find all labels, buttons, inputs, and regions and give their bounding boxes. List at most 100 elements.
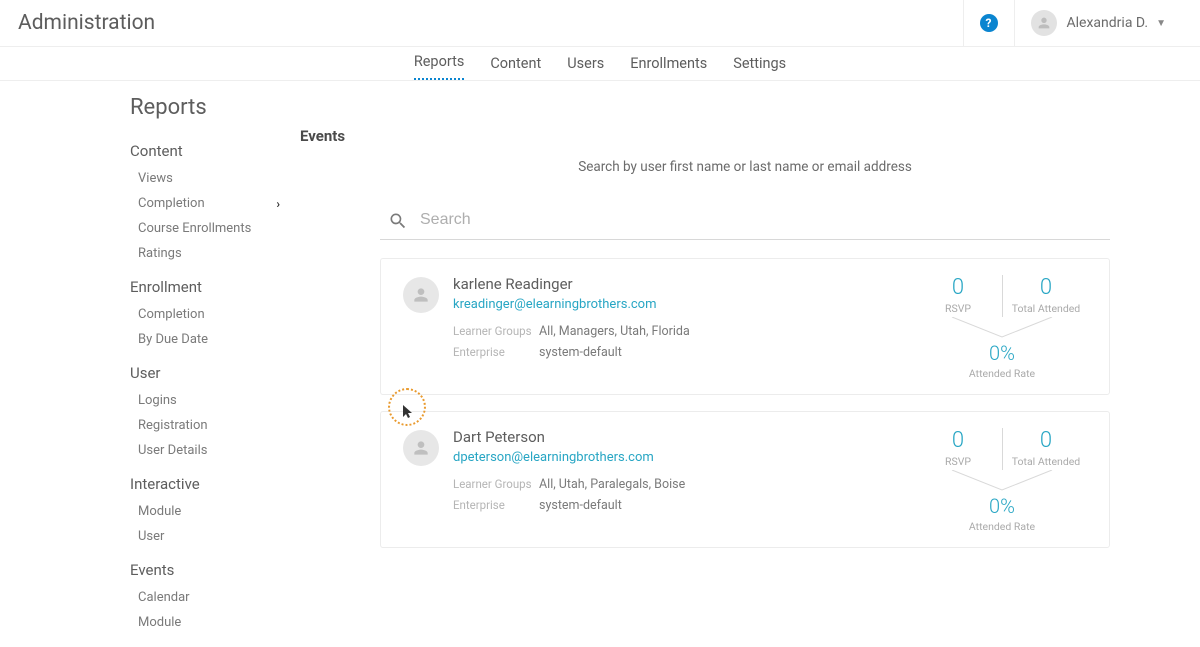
avatar-icon <box>1031 10 1057 36</box>
sidebar-group-events: Events Calendar Module <box>130 561 280 635</box>
person-email[interactable]: dpeterson@elearningbrothers.com <box>453 450 685 465</box>
stat-rsvp: 0 RSVP <box>923 275 993 317</box>
search-hint: Search by user first name or last name o… <box>300 159 1110 175</box>
help-button[interactable]: ? <box>963 0 1014 46</box>
avatar-icon <box>403 277 439 313</box>
sidebar: Reports Content Views Completion › Cours… <box>0 95 300 647</box>
sidebar-item-ratings[interactable]: Ratings <box>130 241 280 266</box>
card-info: karlene Readinger kreadinger@elearningbr… <box>453 275 690 380</box>
sidebar-group-enrollment: Enrollment Completion By Due Date <box>130 278 280 352</box>
sidebar-item-label: Course Enrollments <box>138 221 251 236</box>
stat-label: Total Attended <box>1011 455 1081 468</box>
sidebar-item-views[interactable]: Views <box>130 166 280 191</box>
sidebar-group-content: Content Views Completion › Course Enroll… <box>130 142 280 266</box>
sidebar-item-user-details[interactable]: User Details <box>130 438 280 463</box>
stat-value: 0% <box>917 494 1087 518</box>
tab-users[interactable]: Users <box>567 55 604 80</box>
stats-connector <box>917 317 1087 341</box>
meta-label-groups: Learner Groups <box>453 324 533 339</box>
person-name: Dart Peterson <box>453 428 685 446</box>
sidebar-title: Reports <box>130 95 280 120</box>
tab-content[interactable]: Content <box>490 55 541 80</box>
tab-enrollments[interactable]: Enrollments <box>630 55 707 80</box>
meta-label-groups: Learner Groups <box>453 477 533 492</box>
sidebar-item-label: Logins <box>138 393 177 408</box>
sidebar-item-label: Module <box>138 615 181 630</box>
user-name: Alexandria D. <box>1067 15 1149 31</box>
sidebar-group-user: User Logins Registration User Details <box>130 364 280 463</box>
stat-total-attended: 0 Total Attended <box>1011 275 1081 317</box>
stat-value: 0 <box>923 275 993 300</box>
sidebar-item-calendar[interactable]: Calendar <box>130 585 280 610</box>
stat-label: Total Attended <box>1011 302 1081 315</box>
main: Reports Content Views Completion › Cours… <box>0 81 1200 647</box>
sidebar-item-iuser[interactable]: User <box>130 524 280 549</box>
card-stats: 0 RSVP 0 Total Attended 0% <box>917 428 1087 533</box>
person-name: karlene Readinger <box>453 275 690 293</box>
sidebar-group-title[interactable]: Interactive <box>130 475 280 493</box>
sidebar-item-label: Registration <box>138 418 208 433</box>
result-card[interactable]: Dart Peterson dpeterson@elearningbrother… <box>380 411 1110 548</box>
sidebar-item-label: Calendar <box>138 590 190 605</box>
sidebar-item-label: Views <box>138 171 173 186</box>
meta-table: Learner Groups All, Utah, Paralegals, Bo… <box>453 477 685 513</box>
tab-reports[interactable]: Reports <box>414 53 465 80</box>
sidebar-item-by-due-date[interactable]: By Due Date <box>130 327 280 352</box>
meta-val-enterprise: system-default <box>539 345 690 360</box>
content-heading: Events <box>300 127 1110 145</box>
stat-value: 0 <box>1011 275 1081 300</box>
card-left: karlene Readinger kreadinger@elearningbr… <box>403 275 917 380</box>
card-left: Dart Peterson dpeterson@elearningbrother… <box>403 428 917 533</box>
divider <box>1002 275 1003 317</box>
sidebar-item-label: Module <box>138 504 181 519</box>
stats-connector <box>917 470 1087 494</box>
meta-val-groups: All, Utah, Paralegals, Boise <box>539 477 685 492</box>
person-email[interactable]: kreadinger@elearningbrothers.com <box>453 297 690 312</box>
sidebar-item-label: Completion <box>138 307 205 322</box>
chevron-right-icon: › <box>276 197 280 211</box>
help-icon: ? <box>980 14 998 32</box>
tab-settings[interactable]: Settings <box>733 55 786 80</box>
sidebar-group-title[interactable]: Events <box>130 561 280 579</box>
chevron-down-icon: ▼ <box>1156 18 1166 29</box>
topbar-right: ? Alexandria D. ▼ <box>963 0 1182 46</box>
sidebar-item-registration[interactable]: Registration <box>130 413 280 438</box>
sidebar-item-label: By Due Date <box>138 332 208 347</box>
search-icon <box>388 211 408 235</box>
sidebar-item-course-enrollments[interactable]: Course Enrollments <box>130 216 280 241</box>
sidebar-group-title[interactable]: Content <box>130 142 280 160</box>
search-wrap <box>380 205 1110 240</box>
sidebar-item-logins[interactable]: Logins <box>130 388 280 413</box>
sidebar-item-events-module[interactable]: Module <box>130 610 280 635</box>
page-title: Administration <box>18 11 963 35</box>
sidebar-item-enroll-completion[interactable]: Completion <box>130 302 280 327</box>
sidebar-item-label: User Details <box>138 443 207 458</box>
sidebar-group-interactive: Interactive Module User <box>130 475 280 549</box>
sidebar-item-label: Completion <box>138 196 205 211</box>
sidebar-item-label: Ratings <box>138 246 182 261</box>
meta-val-groups: All, Managers, Utah, Florida <box>539 324 690 339</box>
stat-value: 0 <box>923 428 993 453</box>
sidebar-item-completion[interactable]: Completion › <box>130 191 280 216</box>
sidebar-group-title[interactable]: User <box>130 364 280 382</box>
meta-label-enterprise: Enterprise <box>453 345 533 360</box>
stat-rsvp: 0 RSVP <box>923 428 993 470</box>
card-stats: 0 RSVP 0 Total Attended 0% <box>917 275 1087 380</box>
divider <box>1002 428 1003 470</box>
sidebar-item-module[interactable]: Module <box>130 499 280 524</box>
sidebar-group-title[interactable]: Enrollment <box>130 278 280 296</box>
topbar: Administration ? Alexandria D. ▼ <box>0 0 1200 47</box>
user-menu[interactable]: Alexandria D. ▼ <box>1014 0 1182 46</box>
sidebar-item-label: User <box>138 529 164 544</box>
stat-value: 0 <box>1011 428 1081 453</box>
stat-total-attended: 0 Total Attended <box>1011 428 1081 470</box>
card-info: Dart Peterson dpeterson@elearningbrother… <box>453 428 685 533</box>
stat-attended-rate: 0% Attended Rate <box>917 341 1087 380</box>
stat-label: RSVP <box>923 455 993 468</box>
search-input[interactable] <box>380 205 1110 240</box>
result-card[interactable]: karlene Readinger kreadinger@elearningbr… <box>380 258 1110 395</box>
stat-label: RSVP <box>923 302 993 315</box>
main-tabs: Reports Content Users Enrollments Settin… <box>0 47 1200 81</box>
stat-attended-rate: 0% Attended Rate <box>917 494 1087 533</box>
stat-value: 0% <box>917 341 1087 365</box>
